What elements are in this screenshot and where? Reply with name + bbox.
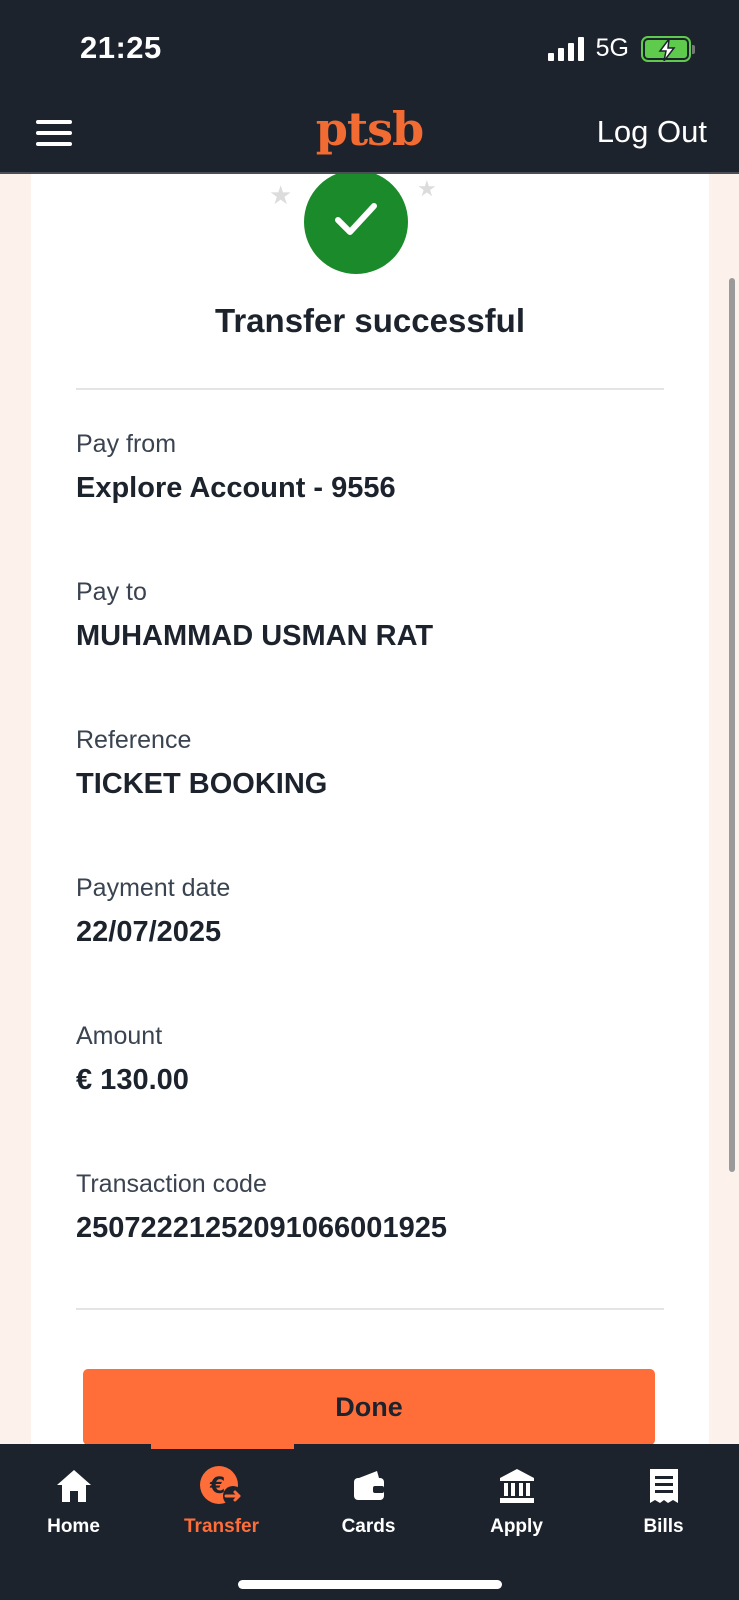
tab-label: Apply: [490, 1516, 543, 1537]
reference-value: TICKET BOOKING: [76, 768, 328, 800]
pay-to-label: Pay to: [76, 578, 147, 606]
success-check-icon: [304, 174, 408, 274]
status-time: 21:25: [80, 30, 162, 65]
tab-bills[interactable]: Bills: [590, 1462, 737, 1552]
done-button[interactable]: Done: [83, 1369, 655, 1444]
tab-label: Transfer: [184, 1516, 259, 1537]
scrollbar[interactable]: [729, 278, 735, 1172]
euro-transfer-icon: €: [199, 1462, 245, 1510]
tab-label: Cards: [341, 1516, 396, 1537]
divider: [76, 1308, 664, 1310]
status-bar: 21:25 5G: [0, 0, 739, 96]
bottom-tab-bar: Home € Transfer Cards Apply Bills: [0, 1444, 739, 1600]
network-type: 5G: [595, 34, 629, 62]
page-title: Transfer successful: [215, 302, 525, 339]
confirmation-card: ★ ★ Transfer successful Pay from Explore…: [31, 174, 709, 1444]
sparkle-icon: ★: [417, 176, 437, 201]
transaction-code-value: 25072221252091066001925: [76, 1212, 447, 1244]
app-header: ptsb Log Out: [0, 96, 739, 174]
logout-button[interactable]: Log Out: [597, 114, 707, 150]
transaction-code-label: Transaction code: [76, 1170, 267, 1198]
signal-icon: [547, 36, 584, 61]
battery-icon: [641, 35, 695, 62]
amount-value: € 130.00: [76, 1064, 189, 1096]
home-icon: [55, 1462, 93, 1510]
sparkle-icon: ★: [269, 180, 293, 210]
pay-from-value: Explore Account - 9556: [76, 472, 396, 504]
bank-icon: [498, 1462, 536, 1510]
tab-cards[interactable]: Cards: [295, 1462, 442, 1552]
payment-date-value: 22/07/2025: [76, 916, 222, 948]
tab-apply[interactable]: Apply: [443, 1462, 590, 1552]
home-indicator[interactable]: [238, 1580, 502, 1589]
pay-to-value: MUHAMMAD USMAN RAT: [76, 620, 434, 652]
tab-home[interactable]: Home: [0, 1462, 147, 1552]
divider: [76, 388, 664, 390]
reference-label: Reference: [76, 726, 192, 754]
tab-label: Home: [47, 1516, 100, 1537]
active-tab-indicator: [151, 1444, 294, 1449]
wallet-icon: [351, 1462, 387, 1510]
tab-label: Bills: [643, 1516, 684, 1537]
tab-transfer[interactable]: € Transfer: [148, 1462, 295, 1552]
svg-text:€: €: [209, 1474, 225, 1499]
receipt-icon: [648, 1462, 680, 1510]
amount-label: Amount: [76, 1022, 163, 1050]
pay-from-label: Pay from: [76, 430, 177, 458]
payment-date-label: Payment date: [76, 874, 231, 902]
status-icons: 5G: [547, 34, 695, 63]
